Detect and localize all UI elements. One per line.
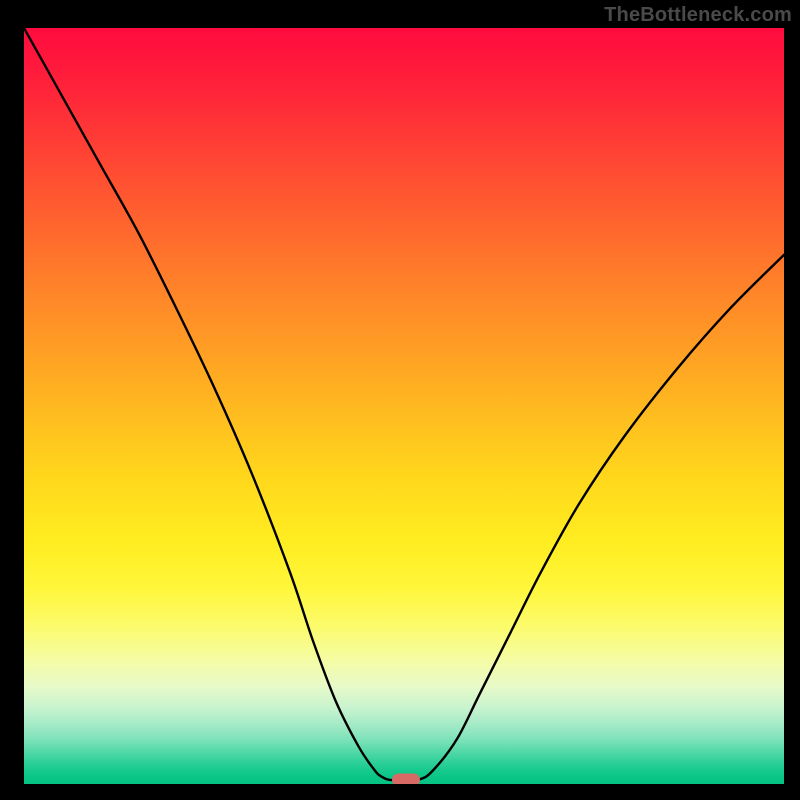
curve-svg (24, 28, 784, 784)
optimal-marker (392, 774, 420, 784)
bottleneck-curve (24, 28, 784, 781)
watermark-text: TheBottleneck.com (604, 4, 792, 27)
plot-area (24, 28, 784, 784)
chart-container: TheBottleneck.com (0, 0, 800, 800)
